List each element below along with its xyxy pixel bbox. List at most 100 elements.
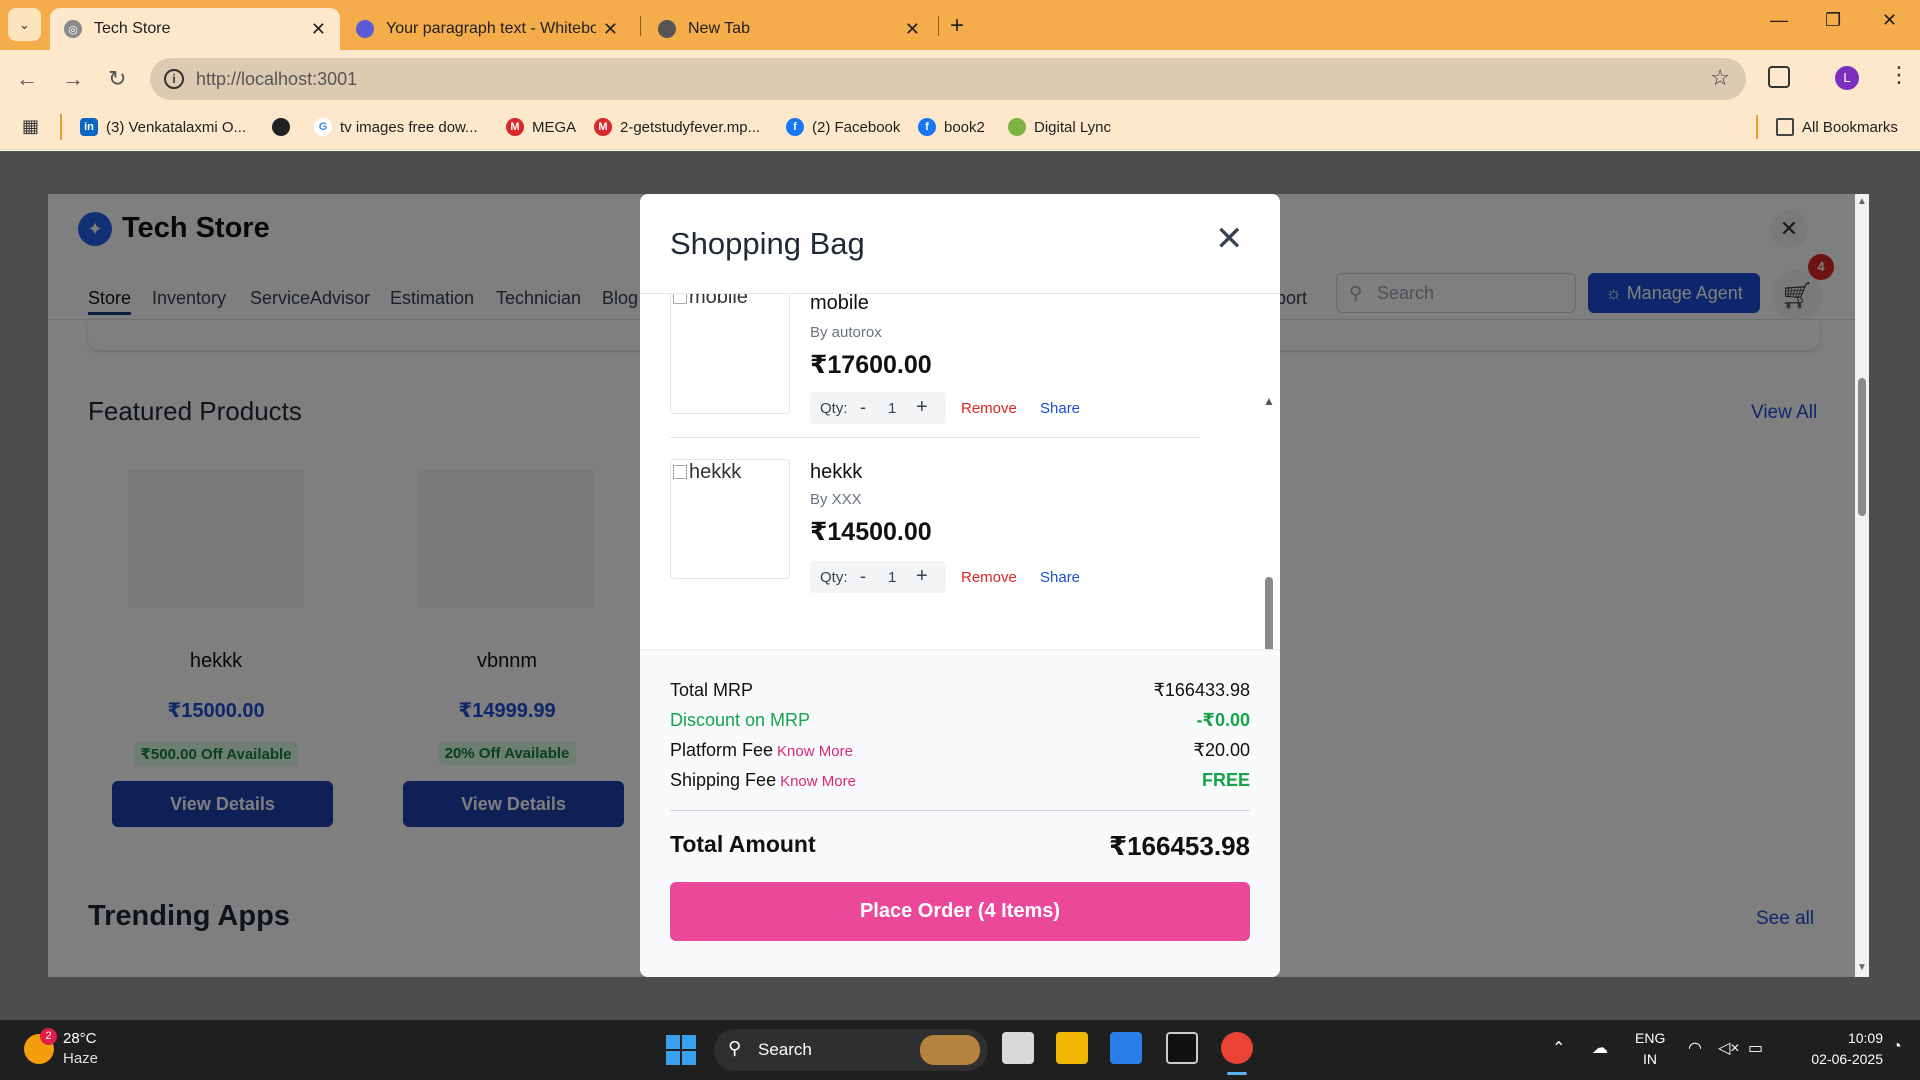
battery-icon[interactable]: ▭ [1748,1038,1763,1058]
task-view-icon[interactable] [1002,1032,1034,1064]
clock-time[interactable]: 10:09 [1823,1030,1883,1046]
qty-value: 1 [888,400,897,417]
language-region[interactable]: IN [1643,1051,1657,1067]
remove-button[interactable]: Remove [961,400,1017,417]
tray-overflow-icon[interactable]: ⌃ [1552,1038,1565,1058]
bookmark-label: book2 [944,118,985,136]
price-summary: Total MRP ₹166433.98 Discount on MRP -₹0… [640,649,1280,977]
url-text[interactable]: http://localhost:3001 [196,69,357,90]
tab-new-tab[interactable]: New Tab ✕ [644,8,934,50]
tab-search-button[interactable]: ⌄ [8,8,41,41]
qty-decrease-button[interactable]: - [860,397,866,418]
cart-list-scrollbar[interactable]: ▲ ▼ [1262,394,1276,649]
share-button[interactable]: Share [1040,569,1080,586]
forward-icon[interactable]: → [62,66,84,92]
item-price: ₹17600.00 [810,351,932,379]
microsoft-store-icon[interactable] [1110,1032,1142,1064]
scrollbar-thumb[interactable] [1265,577,1273,649]
clock-date[interactable]: 02-06-2025 [1783,1051,1883,1067]
profile-avatar[interactable]: L [1835,66,1859,90]
quantity-stepper: Qty: - 1 + [810,561,946,593]
bookmark-mega[interactable]: M MEGA [506,114,576,140]
tab-title: New Tab [688,20,750,37]
taskbar-search[interactable]: ⚲ Search [714,1029,988,1071]
know-more-link[interactable]: Know More [777,743,853,760]
language-indicator[interactable]: ENG [1635,1030,1665,1046]
bookmark-book2[interactable]: f book2 [918,114,985,140]
share-button[interactable]: Share [1040,400,1080,417]
weather-temperature[interactable]: 28°C [63,1030,97,1047]
onedrive-icon[interactable]: ☁ [1592,1038,1608,1058]
qty-decrease-button[interactable]: - [860,566,866,587]
know-more-link[interactable]: Know More [780,773,856,790]
chrome-taskbar-icon[interactable] [1221,1032,1253,1075]
product-image: hekkk [670,459,790,579]
qty-increase-button[interactable]: + [916,565,928,588]
volume-muted-icon[interactable]: ◁× [1718,1038,1740,1058]
windows-taskbar: 2 28°C Haze ⚲ Search ⌃ ☁ ENG IN ◠ ◁× ▭ 1… [0,1020,1920,1080]
platform-fee-row: Platform Fee Know More ₹20.00 [670,740,1250,764]
reload-icon[interactable]: ↻ [108,66,126,92]
page-scrollbar[interactable]: ▲ ▼ [1855,194,1869,977]
new-tab-icon[interactable]: + [950,12,964,40]
close-icon[interactable]: ✕ [1215,222,1244,256]
linkedin-icon: in [80,118,98,136]
bookmark-label: (3) Venkatalaxmi O... [106,118,247,136]
bookmark-digital-lync[interactable]: Digital Lync [1008,114,1111,140]
tab-tech-store[interactable]: ◎ Tech Store ✕ [50,8,340,50]
scroll-up-icon[interactable]: ▲ [1263,394,1275,408]
notification-bell-icon[interactable]: ◔ [1892,1038,1902,1056]
bookmark-label: 2-getstudyfever.mp... [620,118,761,136]
total-mrp-label: Total MRP [670,680,754,700]
back-icon[interactable]: ← [16,66,38,92]
search-icon: ⚲ [728,1038,742,1058]
bookmark-getstudyfever[interactable]: M 2-getstudyfever.mp... [594,114,760,140]
address-bar[interactable]: i http://localhost:3001 ☆ [150,58,1746,100]
bookmark-venkatalaxmi[interactable]: in (3) Venkatalaxmi O... [80,114,246,140]
windows-start-icon[interactable] [666,1035,696,1065]
file-explorer-icon[interactable] [1056,1032,1088,1064]
wifi-icon[interactable]: ◠ [1688,1038,1702,1058]
apps-grid-icon[interactable]: ▦ [22,116,39,137]
weather-badge: 2 [40,1028,57,1045]
bookmark-label: Digital Lync [1034,118,1111,136]
qty-increase-button[interactable]: + [916,396,928,419]
scroll-down-icon[interactable]: ▼ [1857,962,1867,973]
close-tab-icon[interactable]: ✕ [905,19,920,40]
item-name: mobile [810,294,869,314]
bookmark-tv-images[interactable]: Gtv images free dow... [314,114,478,140]
all-bookmarks[interactable]: All Bookmarks [1776,114,1898,140]
site-info-icon[interactable]: i [164,69,184,89]
facebook-icon: f [786,118,804,136]
folder-icon [1776,118,1794,136]
product-image: mobile [670,294,790,414]
close-window-icon[interactable]: ✕ [1882,10,1897,31]
item-seller: By XXX [810,491,862,508]
minimize-icon[interactable]: — [1770,10,1788,31]
restore-icon[interactable]: ❐ [1825,10,1841,31]
bookmark-star-icon[interactable]: ☆ [1710,65,1730,91]
qty-value: 1 [888,569,897,586]
search-highlight-image [920,1035,980,1065]
shipping-fee-label: Shipping Fee [670,770,777,790]
remove-button[interactable]: Remove [961,569,1017,586]
taskbar-search-label: Search [758,1040,812,1059]
qty-label: Qty: [820,400,848,417]
total-amount-label: Total Amount [670,831,816,857]
tab-separator [640,16,641,36]
close-tab-icon[interactable]: ✕ [311,19,326,40]
bookmark-facebook[interactable]: f (2) Facebook [786,114,900,140]
weather-description[interactable]: Haze [63,1050,98,1067]
place-order-button[interactable]: Place Order (4 Items) [670,882,1250,941]
close-tab-icon[interactable]: ✕ [603,19,618,40]
tab-whiteboard[interactable]: Your paragraph text - Whiteboa ✕ [342,8,632,50]
item-price: ₹14500.00 [810,518,932,546]
extensions-icon[interactable] [1768,66,1790,88]
menu-dots-icon[interactable]: ⋮ [1888,62,1910,88]
discount-label: Discount on MRP [670,710,811,730]
bookmark-label: All Bookmarks [1802,118,1898,136]
scroll-up-icon[interactable]: ▲ [1857,196,1867,207]
bookmark-globe[interactable] [272,114,298,140]
scrollbar-thumb[interactable] [1858,378,1866,516]
terminal-app-icon[interactable] [1166,1032,1198,1064]
